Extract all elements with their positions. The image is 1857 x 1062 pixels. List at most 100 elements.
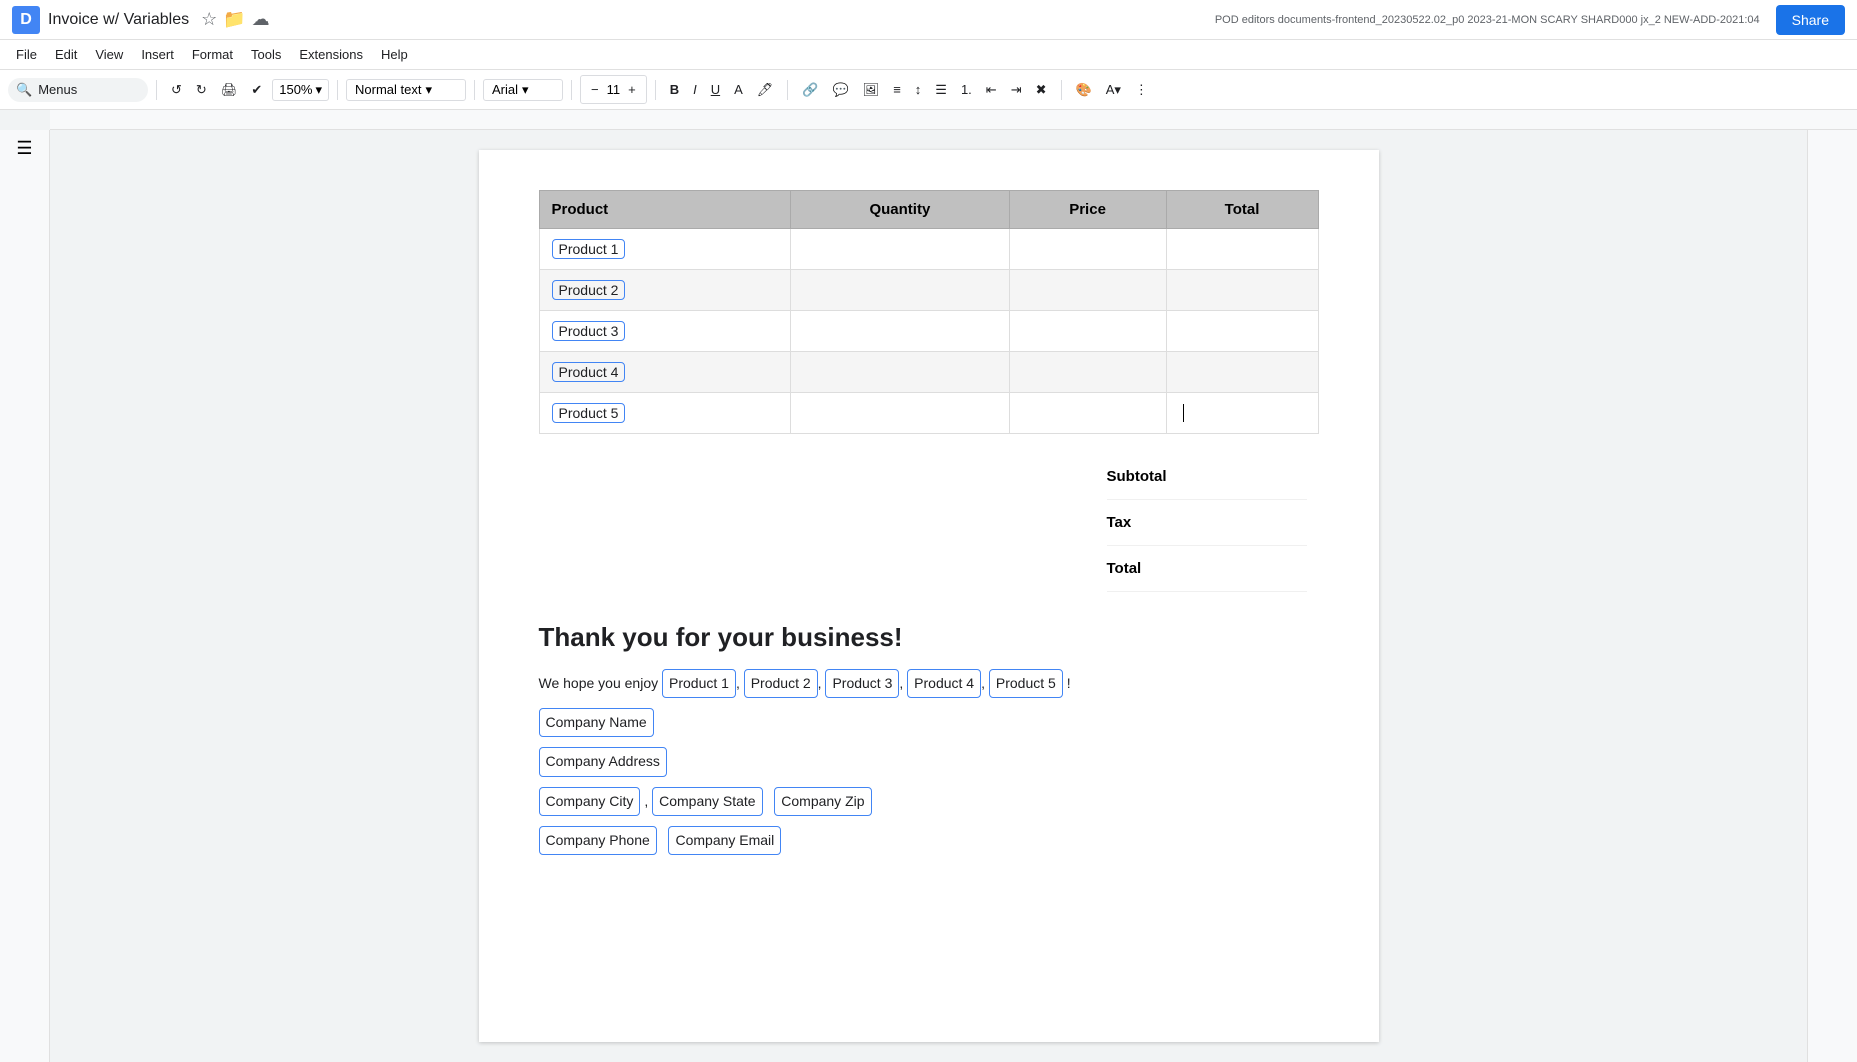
table-row: Product 5 [539,393,1318,434]
font-family[interactable]: Arial ▾ [483,79,563,101]
toolbar-divider-4 [571,80,572,100]
company-name-line: Company Name [539,708,1319,737]
product3-chip: Product 3 [552,321,626,341]
search-menus[interactable]: 🔍 Menus [8,78,148,102]
company-city-chip: Company City [539,787,641,816]
company-phone-chip: Company Phone [539,826,657,855]
row5-total[interactable] [1166,393,1318,434]
more-options-button[interactable]: ⋮ [1129,78,1154,102]
toolbar-divider-5 [655,80,656,100]
bold-button[interactable]: B [664,78,685,101]
ruler-inner [50,110,1857,129]
title-icons: ☆ 📁 ☁ [201,9,270,30]
highlight-button[interactable]: 🖊 [751,78,780,102]
comment-button[interactable]: 💬 [826,78,854,102]
row2-quantity[interactable] [791,270,1009,311]
share-button[interactable]: Share [1776,5,1845,35]
list-button[interactable]: ☰ [929,78,953,102]
right-sidebar [1807,130,1857,1062]
company-contact-line: Company Phone Company Email [539,826,1319,855]
add-to-drive-icon[interactable]: 📁 [223,9,245,30]
row2-price[interactable] [1009,270,1166,311]
row4-price[interactable] [1009,352,1166,393]
print-button[interactable]: 🖨 [215,78,244,102]
spellcheck-button[interactable]: ✔ [245,78,268,102]
highlight-color-button[interactable]: 🎨 [1070,78,1098,102]
align-button[interactable]: ≡ [887,78,907,101]
underline-button[interactable]: U [705,78,726,101]
search-icon: 🔍 [16,82,32,98]
menus-label: Menus [38,82,77,97]
row5-quantity[interactable] [791,393,1009,434]
row4-quantity[interactable] [791,352,1009,393]
font-size-increase[interactable]: + [622,78,642,101]
row2-total[interactable] [1166,270,1318,311]
italic-button[interactable]: I [687,78,703,101]
product5-chip: Product 5 [552,403,626,423]
document-area[interactable]: Product Quantity Price Total Product 1 [50,130,1807,1062]
row3-quantity[interactable] [791,311,1009,352]
subtotal-label: Subtotal [1107,468,1167,485]
menu-file[interactable]: File [8,43,45,66]
link-button[interactable]: 🔗 [796,78,824,102]
text-color-2-button[interactable]: A▾ [1100,78,1127,102]
zoom-control[interactable]: 150% ▾ [272,79,329,101]
menu-insert[interactable]: Insert [133,43,182,66]
left-sidebar: ☰ [0,130,50,1062]
star-icon[interactable]: ☆ [201,9,217,30]
row1-total[interactable] [1166,229,1318,270]
outline-icon[interactable]: ☰ [16,138,32,159]
indent-increase-button[interactable]: ⇥ [1005,78,1028,102]
indent-decrease-button[interactable]: ⇤ [980,78,1003,102]
row5-price[interactable] [1009,393,1166,434]
main-area: ☰ Product Quantity Price Total Prod [0,130,1857,1062]
enjoy-product1: Product 1 [662,669,736,698]
menu-format[interactable]: Format [184,43,241,66]
company-email-chip: Company Email [668,826,781,855]
zoom-value: 150% [279,82,312,97]
numbered-list-button[interactable]: 1. [955,78,978,101]
cloud-icon[interactable]: ☁ [252,9,270,30]
redo-button[interactable]: ↻ [190,78,213,102]
clear-format-button[interactable]: ✖ [1030,78,1053,102]
table-row: Product 2 [539,270,1318,311]
title-bar: D Invoice w/ Variables ☆ 📁 ☁ POD editors… [0,0,1857,40]
style-dropdown-icon: ▾ [425,82,432,98]
row4-product: Product 4 [539,352,791,393]
style-value: Normal text [355,82,421,97]
row3-total[interactable] [1166,311,1318,352]
document-title[interactable]: Invoice w/ Variables [48,11,189,29]
product4-chip: Product 4 [552,362,626,382]
paragraph-style[interactable]: Normal text ▾ [346,79,466,101]
row1-quantity[interactable] [791,229,1009,270]
table-row: Product 4 [539,352,1318,393]
company-name-chip: Company Name [539,708,654,737]
row5-product: Product 5 [539,393,791,434]
company-zip-chip: Company Zip [774,787,871,816]
menu-tools[interactable]: Tools [243,43,289,66]
undo-button[interactable]: ↺ [165,78,188,102]
font-size[interactable]: − 11 + [580,75,647,104]
total-label: Total [1107,560,1142,577]
menu-help[interactable]: Help [373,43,416,66]
toolbar-divider-6 [787,80,788,100]
image-button[interactable]: 🖼 [857,78,886,102]
line-spacing-button[interactable]: ↕ [909,78,928,101]
row1-product: Product 1 [539,229,791,270]
row3-price[interactable] [1009,311,1166,352]
toolbar-divider-2 [337,80,338,100]
text-color-button[interactable]: A [728,78,749,101]
toolbar-divider-1 [156,80,157,100]
products-line: We hope you enjoy Product 1, Product 2, … [539,669,1319,698]
menu-extensions[interactable]: Extensions [291,43,371,66]
row1-price[interactable] [1009,229,1166,270]
menu-view[interactable]: View [87,43,131,66]
font-size-value: 11 [607,82,621,97]
thankyou-section: Thank you for your business! We hope you… [539,622,1319,855]
toolbar-divider-3 [474,80,475,100]
menu-edit[interactable]: Edit [47,43,85,66]
font-size-decrease[interactable]: − [585,78,605,101]
company-address-line: Company Address [539,747,1319,776]
invoice-table: Product Quantity Price Total Product 1 [539,190,1319,434]
row4-total[interactable] [1166,352,1318,393]
